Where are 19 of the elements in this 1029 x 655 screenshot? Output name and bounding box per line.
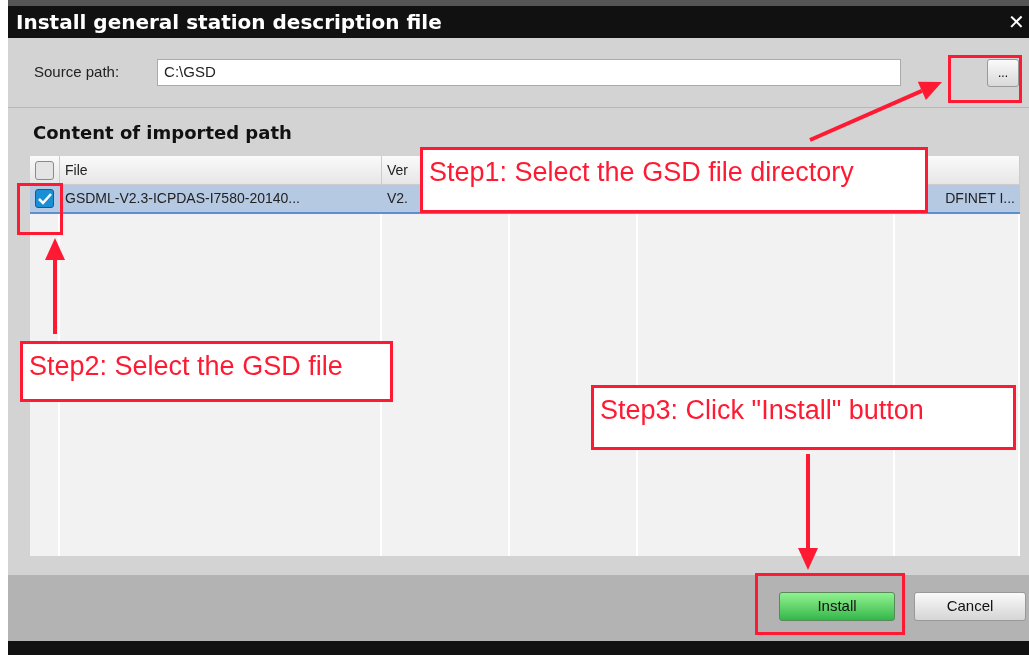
- source-path-field[interactable]: C:\GSD: [157, 59, 902, 86]
- step-callout-tooltip: Step1: Select the GSD file directory: [420, 147, 928, 213]
- checkbox[interactable]: [35, 160, 54, 180]
- close-button[interactable]: ✕: [1004, 12, 1029, 32]
- checkbox[interactable]: [35, 189, 54, 208]
- column-header[interactable]: File: [65, 159, 88, 181]
- table-cell-text: GSDML-V2.3-ICPDAS-I7580-20140...: [65, 189, 300, 208]
- window-title: Install general station description file: [16, 9, 442, 36]
- cancel-button[interactable]: Cancel: [914, 591, 1026, 621]
- highlight-frame: [17, 183, 63, 235]
- step-callout-tooltip: Step3: Click "Install" button: [591, 385, 1016, 450]
- table-cell-text: DFINET I...: [945, 189, 1015, 208]
- install-button[interactable]: Install: [779, 591, 895, 621]
- table-cell-text: V2.: [387, 189, 408, 208]
- source-path-label: Source path:: [34, 62, 120, 83]
- column-header[interactable]: Ver: [387, 159, 408, 181]
- step-callout-tooltip: Step2: Select the GSD file: [20, 341, 393, 402]
- section-title: Content of imported path: [33, 122, 292, 143]
- browse-button[interactable]: ...: [987, 58, 1019, 87]
